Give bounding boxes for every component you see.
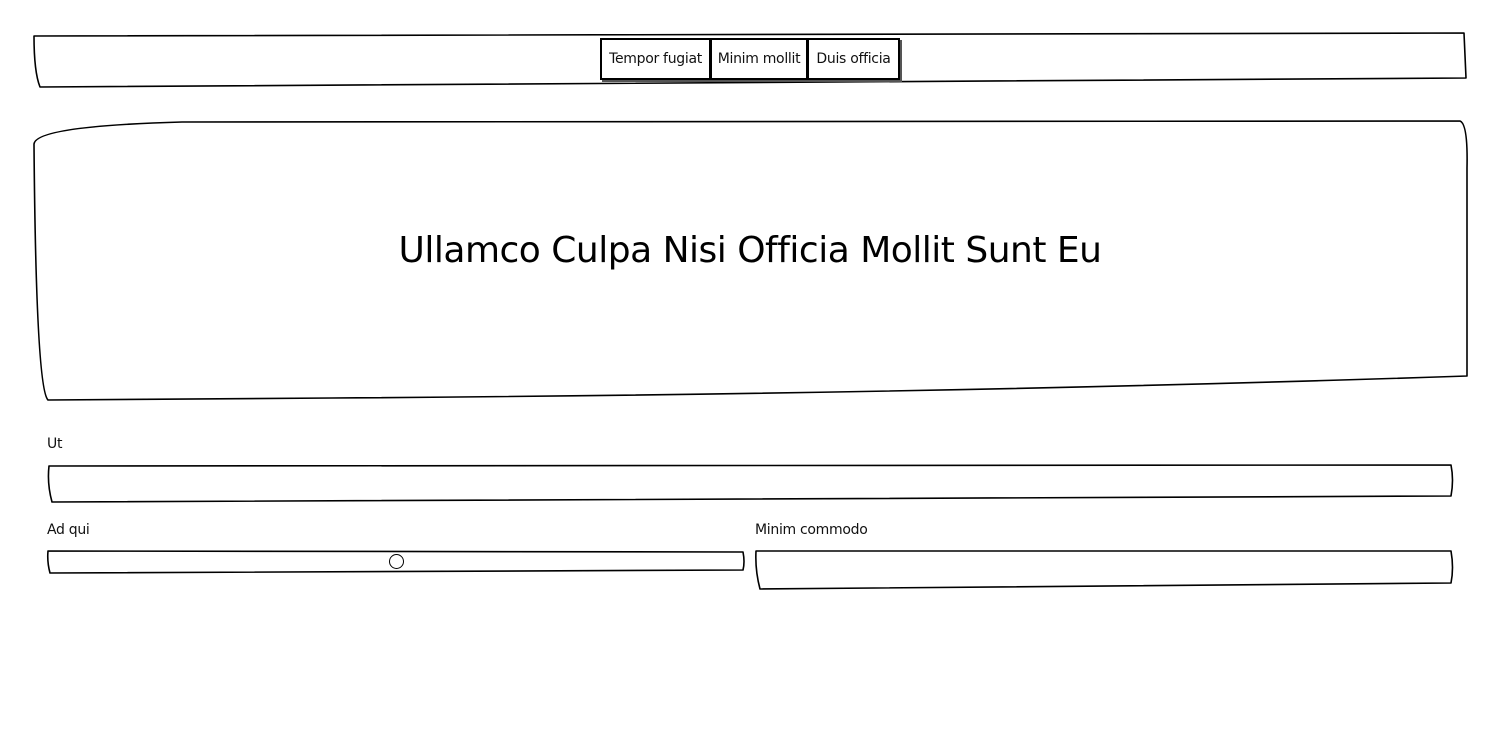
ad-qui-label: Ad qui	[47, 522, 90, 538]
hero-panel: Ullamco Culpa Nisi Officia Mollit Sunt E…	[32, 118, 1468, 402]
minim-commodo-label: Minim commodo	[755, 522, 868, 538]
slider-thumb[interactable]	[388, 554, 404, 569]
minim-commodo-field-frame	[754, 550, 1454, 590]
top-nav-bar: Tempor fugiat Minim mollit Duis officia	[32, 32, 1468, 88]
nav-button-duis-officia[interactable]: Duis officia	[807, 38, 900, 80]
ad-qui-slider[interactable]	[46, 550, 746, 574]
ut-input[interactable]	[52, 468, 1448, 500]
ut-field-frame	[46, 464, 1454, 504]
page-title: Ullamco Culpa Nisi Officia Mollit Sunt E…	[398, 230, 1102, 271]
nav-button-tempor-fugiat[interactable]: Tempor fugiat	[600, 38, 711, 80]
nav-button-group: Tempor fugiat Minim mollit Duis officia	[600, 38, 900, 82]
ut-label: Ut	[47, 436, 63, 452]
minim-commodo-input[interactable]	[760, 554, 1448, 586]
nav-button-minim-mollit[interactable]: Minim mollit	[710, 38, 808, 80]
